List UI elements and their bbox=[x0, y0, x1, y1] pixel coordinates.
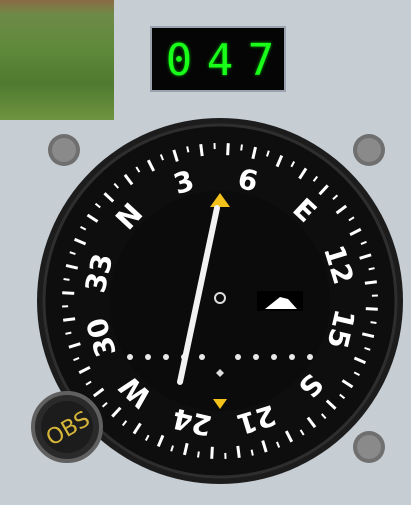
dial-tick bbox=[365, 307, 378, 311]
dial-tick bbox=[186, 146, 190, 153]
dial-tick bbox=[368, 267, 375, 271]
dial-tick bbox=[250, 449, 254, 456]
dial-tick bbox=[63, 278, 70, 281]
vor-instrument: N3 6E1215S2124W3033 OBS bbox=[31, 118, 403, 484]
dial-tick bbox=[236, 445, 241, 459]
screw-icon bbox=[353, 134, 385, 166]
to-from-flag-icon bbox=[257, 291, 303, 311]
obs-knob[interactable]: OBS bbox=[31, 391, 103, 463]
cdi-dot bbox=[127, 354, 133, 360]
dial-tick bbox=[197, 451, 200, 458]
dial-tick bbox=[62, 291, 75, 295]
dial-tick bbox=[210, 446, 214, 459]
dial-tick bbox=[240, 144, 243, 151]
dial-tick bbox=[226, 143, 230, 156]
cdi-dot bbox=[145, 354, 151, 360]
cdi-dot bbox=[235, 354, 241, 360]
screw-icon bbox=[48, 134, 80, 166]
cdi-dot bbox=[163, 354, 169, 360]
dial-tick bbox=[65, 331, 72, 335]
cdi-dot bbox=[199, 354, 205, 360]
cdi-dot bbox=[307, 354, 313, 360]
dial-tick bbox=[62, 317, 76, 322]
dial-tick bbox=[370, 321, 377, 324]
cdi-dot bbox=[289, 354, 295, 360]
dial-tick bbox=[199, 143, 204, 157]
cdi-dot bbox=[271, 354, 277, 360]
dial-tick bbox=[364, 280, 378, 285]
screw-icon bbox=[353, 431, 385, 463]
cdi-dot bbox=[253, 354, 259, 360]
